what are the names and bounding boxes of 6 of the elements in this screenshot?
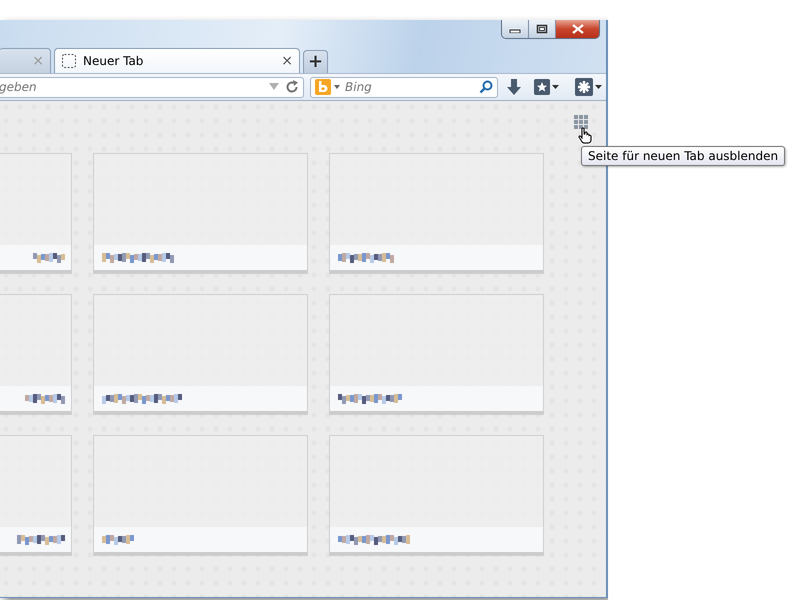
search-bar[interactable]: Bing <box>310 76 498 98</box>
close-tab-button[interactable]: × <box>281 54 293 68</box>
search-field[interactable]: Bing <box>345 80 475 94</box>
new-tab-button[interactable]: + <box>303 50 328 73</box>
tooltip: Seite für neuen Tab ausblenden <box>581 146 786 166</box>
tab[interactable]: Neuer Tab × <box>54 48 300 73</box>
